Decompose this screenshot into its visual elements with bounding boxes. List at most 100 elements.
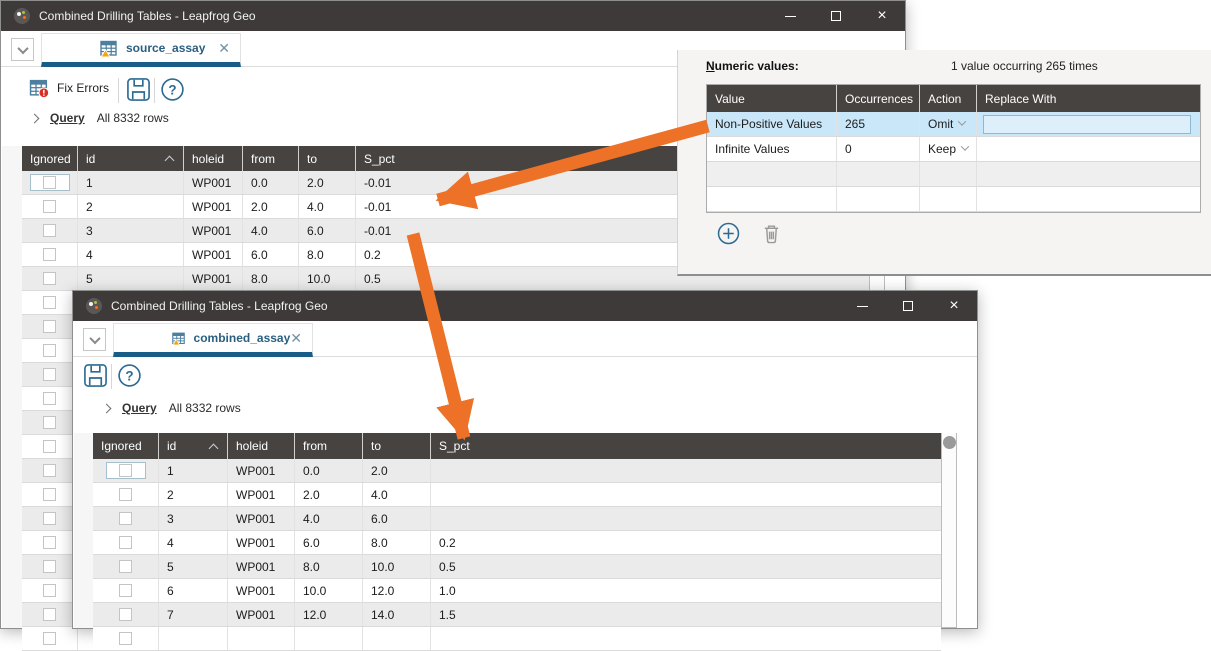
minimize-button[interactable] [839, 291, 885, 321]
ignored-checkbox[interactable] [119, 632, 132, 645]
help-button[interactable]: ? [117, 363, 142, 388]
tab-combined-assay[interactable]: combined_assay ✕ [113, 323, 313, 357]
ignored-cell [93, 555, 159, 578]
ignored-checkbox[interactable] [43, 296, 56, 309]
column-header-id[interactable]: id [78, 146, 184, 171]
ignored-checkbox[interactable] [43, 488, 56, 501]
rule-action-dropdown [920, 162, 977, 186]
replace-with-input[interactable] [983, 115, 1191, 134]
ignored-checkbox[interactable] [43, 248, 56, 261]
to-cell: 8.0 [299, 243, 356, 266]
query-summary: All 8332 rows [169, 401, 241, 415]
expand-chevron-icon[interactable] [30, 113, 40, 123]
to-cell: 2.0 [299, 171, 356, 194]
rule-row[interactable]: Infinite Values0Keep [707, 137, 1200, 162]
sort-ascending-icon [209, 443, 219, 453]
ignored-checkbox[interactable] [119, 536, 132, 549]
ignored-checkbox[interactable] [43, 320, 56, 333]
column-header-holeid[interactable]: holeid [228, 433, 295, 459]
ignored-checkbox[interactable] [43, 464, 56, 477]
s_pct-cell: 0.2 [431, 531, 941, 554]
delete-rule-button[interactable] [761, 223, 782, 245]
ignored-checkbox[interactable] [119, 488, 132, 501]
ignored-cell [22, 579, 78, 602]
ignored-cell [22, 555, 78, 578]
holeid-cell: WP001 [184, 171, 243, 194]
title-bar: Combined Drilling Tables - Leapfrog Geo … [1, 1, 905, 31]
help-button[interactable]: ? [160, 77, 185, 102]
column-header-to[interactable]: to [299, 146, 356, 171]
maximize-button[interactable] [813, 1, 859, 31]
query-label[interactable]: Query [50, 111, 85, 125]
minimize-button[interactable] [767, 1, 813, 31]
tab-close-icon[interactable]: ✕ [218, 41, 230, 55]
id-cell: 3 [78, 219, 184, 242]
save-button[interactable] [83, 363, 108, 388]
ignored-checkbox[interactable] [43, 632, 56, 645]
ignored-checkbox[interactable] [43, 608, 56, 621]
ignored-checkbox[interactable] [43, 344, 56, 357]
ignored-cell [22, 483, 78, 506]
column-header-label: holeid [192, 152, 224, 166]
holeid-cell: WP001 [228, 531, 295, 554]
rule-occurrences-cell [837, 187, 920, 211]
column-header-label: to [307, 152, 317, 166]
query-label[interactable]: Query [122, 401, 157, 415]
scroll-thumb[interactable] [943, 436, 956, 449]
ignored-checkbox[interactable] [119, 560, 132, 573]
table-left-margin [74, 433, 93, 628]
expand-chevron-icon[interactable] [102, 403, 112, 413]
column-header-from[interactable]: from [295, 433, 363, 459]
s_pct-cell [431, 507, 941, 530]
ignored-checkbox[interactable] [43, 536, 56, 549]
ignored-checkbox[interactable] [43, 176, 56, 189]
window-combined-assay: Combined Drilling Tables - Leapfrog Geo … [72, 290, 978, 629]
close-button[interactable]: × [859, 1, 905, 31]
ignored-checkbox[interactable] [119, 608, 132, 621]
column-header-s-pct[interactable]: S_pct [431, 433, 941, 459]
close-button[interactable]: × [931, 291, 977, 321]
ignored-checkbox[interactable] [119, 512, 132, 525]
ignored-checkbox[interactable] [43, 584, 56, 597]
column-header-to[interactable]: to [363, 433, 431, 459]
ignored-cell [22, 291, 78, 314]
tab-list-dropdown-button[interactable] [11, 38, 34, 61]
rule-replace-with-cell [977, 162, 1200, 186]
column-header-ignored[interactable]: Ignored [93, 433, 159, 459]
add-rule-button[interactable] [717, 222, 740, 245]
rule-action-dropdown[interactable]: Omit [920, 112, 977, 136]
ignored-checkbox[interactable] [43, 368, 56, 381]
holeid-cell: WP001 [184, 243, 243, 266]
rule-action-dropdown[interactable]: Keep [920, 137, 977, 161]
ignored-checkbox[interactable] [43, 272, 56, 285]
ignored-checkbox[interactable] [43, 416, 56, 429]
tab-close-icon[interactable]: ✕ [290, 331, 302, 345]
ignored-checkbox[interactable] [43, 392, 56, 405]
ignored-checkbox[interactable] [43, 512, 56, 525]
rule-value-cell: Non-Positive Values [707, 112, 837, 136]
numeric-values-panel: Numeric values: 1 value occurring 265 ti… [677, 50, 1211, 276]
column-header-holeid[interactable]: holeid [184, 146, 243, 171]
column-header-id[interactable]: id [159, 433, 228, 459]
ignored-checkbox[interactable] [43, 200, 56, 213]
ignored-cell [93, 603, 159, 626]
ignored-checkbox[interactable] [43, 560, 56, 573]
tab-list-dropdown-button[interactable] [83, 328, 106, 351]
rule-row[interactable]: Non-Positive Values265Omit [707, 112, 1200, 137]
s_pct-cell: 1.5 [431, 603, 941, 626]
column-header-label: S_pct [364, 152, 395, 166]
tab-source-assay[interactable]: source_assay ✕ [41, 33, 241, 67]
save-button[interactable] [126, 77, 151, 102]
chevron-down-icon [17, 42, 28, 53]
vertical-scrollbar[interactable] [941, 433, 957, 628]
column-header-from[interactable]: from [243, 146, 299, 171]
ignored-checkbox[interactable] [43, 440, 56, 453]
fix-errors-button[interactable]: Fix Errors [29, 78, 109, 98]
from-cell: 6.0 [295, 531, 363, 554]
column-header-ignored[interactable]: Ignored [22, 146, 78, 171]
ignored-checkbox[interactable] [119, 584, 132, 597]
ignored-checkbox[interactable] [119, 464, 132, 477]
maximize-button[interactable] [885, 291, 931, 321]
ignored-checkbox[interactable] [43, 224, 56, 237]
column-header-label: S_pct [439, 439, 470, 453]
